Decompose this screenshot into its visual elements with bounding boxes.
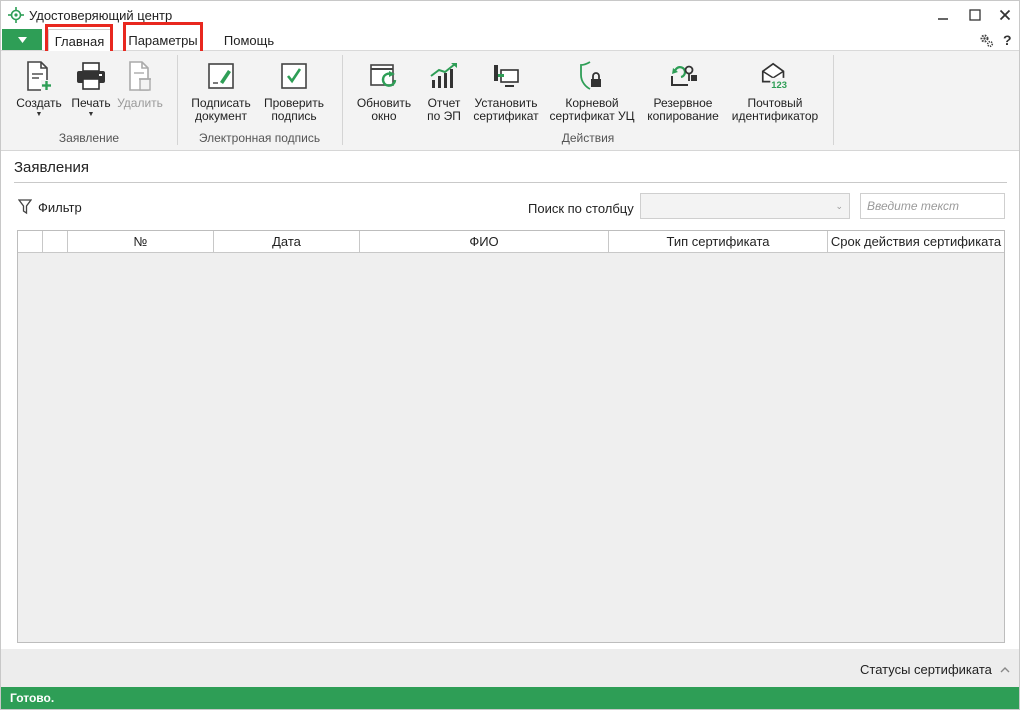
window-title: Удостоверяющий центр [29,8,173,23]
chevron-down-icon: ⌄ [835,201,843,211]
column-header-certificate-validity[interactable]: Срок действия сертификата [828,231,1004,252]
minimize-button[interactable] [929,4,957,26]
status-bar [1,687,1019,709]
install-certificate-button[interactable]: Установить сертификат [471,59,541,123]
certificate-statuses-label: Статусы сертификата [860,662,992,677]
filter-label: Фильтр [38,199,82,215]
close-icon [999,9,1011,21]
column-header-indicator[interactable] [18,231,43,252]
file-menu-button[interactable] [2,29,42,50]
section-divider [14,182,1007,183]
applications-table[interactable]: № Дата ФИО Тип сертификата Срок действия… [17,230,1005,643]
report-chart-icon [428,59,460,93]
mail-identifier-icon: 123 [759,59,791,93]
filter-icon [18,199,32,215]
group-label-electronic-signature: Электронная подпись [198,131,321,145]
refresh-window-icon [368,59,400,93]
group-label-actions: Действия [561,131,615,145]
delete-document-icon [124,59,156,93]
create-label: Создать [16,96,62,110]
gear-icon [980,34,994,47]
root-certificate-shield-icon [576,59,608,93]
delete-label: Удалить [117,96,163,110]
search-column-label: Поиск по столбцу [528,201,634,216]
filter-button[interactable]: Фильтр [18,199,82,215]
tab-help[interactable]: Помощь [216,29,282,51]
backup-key-icon [667,59,699,93]
chevron-down-icon [17,36,27,43]
root-certificate-button[interactable]: Корневой сертификат УЦ [547,59,637,123]
app-logo-icon [8,7,24,23]
close-button[interactable] [991,4,1019,26]
root-certificate-label: Корневой сертификат УЦ [549,96,635,123]
mail-identifier-label: Почтовый идентификатор [731,96,819,123]
help-button[interactable]: ? [1003,31,1012,49]
maximize-button[interactable] [961,4,989,26]
search-input[interactable] [860,193,1005,219]
delete-button[interactable]: Удалить [115,59,165,110]
mail-identifier-button[interactable]: 123 Почтовый идентификатор [729,59,821,123]
ribbon-separator [833,55,834,145]
check-signature-label: Проверить подпись [263,96,324,123]
sign-document-icon [205,59,237,93]
sign-document-button[interactable]: Подписать документ [187,59,255,123]
chevron-up-icon [1000,667,1010,673]
printer-icon [75,59,107,93]
svg-text:123: 123 [771,79,787,90]
refresh-window-label: Обновить окно [356,96,412,123]
main-window: Удостоверяющий центр Главная Параметры П… [0,0,1020,710]
column-header-certificate-type[interactable]: Тип сертификата [609,231,828,252]
sign-document-label: Подписать документ [191,96,251,123]
settings-button[interactable] [979,31,994,49]
check-signature-icon [278,59,310,93]
maximize-icon [969,9,981,21]
refresh-window-button[interactable]: Обновить окно [354,59,414,123]
print-label: Печать [71,96,111,110]
print-button[interactable]: Печать ▼ [68,59,114,119]
column-header-full-name[interactable]: ФИО [360,231,609,252]
certificate-statuses-toggle[interactable]: Статусы сертификата [860,662,1010,677]
title-bar: Удостоверяющий центр [1,1,1019,29]
backup-label: Резервное копирование [647,96,719,123]
column-header-number[interactable]: № [68,231,214,252]
report-button[interactable]: Отчет по ЭП [421,59,467,123]
group-label-application: Заявление [58,131,120,145]
dropdown-caret-icon: ▼ [87,111,95,118]
backup-button[interactable]: Резервное копирование [643,59,723,123]
create-document-icon [23,59,55,93]
tab-main[interactable]: Главная [48,29,111,52]
tab-parameters[interactable]: Параметры [125,29,201,51]
search-column-select[interactable]: ⌄ [640,193,850,219]
create-button[interactable]: Создать ▼ [15,59,63,119]
column-header-select[interactable] [43,231,68,252]
ribbon: Создать ▼ Печать ▼ Удалить Заявление Под… [1,51,1019,151]
column-header-date[interactable]: Дата [214,231,360,252]
section-title: Заявления [14,159,90,176]
table-header: № Дата ФИО Тип сертификата Срок действия… [18,231,1004,253]
report-label: Отчет по ЭП [427,96,461,123]
check-signature-button[interactable]: Проверить подпись [260,59,328,123]
status-text: Готово. [10,691,55,705]
minimize-icon [938,18,948,20]
install-certificate-label: Установить сертификат [473,96,539,123]
dropdown-caret-icon: ▼ [35,111,43,118]
menu-bar: Главная Параметры Помощь [1,29,1019,52]
install-certificate-icon [490,59,522,93]
